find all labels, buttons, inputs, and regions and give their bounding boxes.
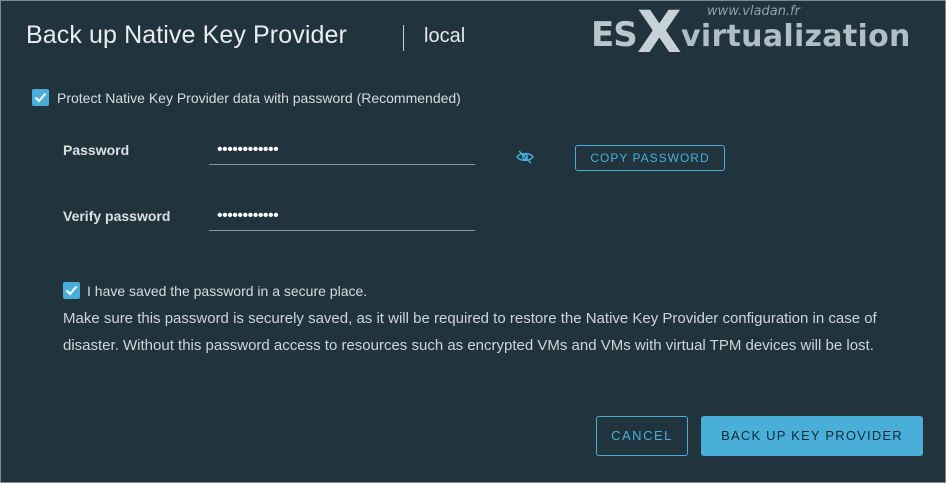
copy-password-button[interactable]: COPY PASSWORD	[575, 145, 725, 171]
verify-password-field[interactable]: ••••••••••••	[209, 203, 475, 231]
dialog-subtitle: local	[424, 25, 466, 47]
watermark-text: virtualization	[681, 19, 911, 54]
password-label: Password	[63, 142, 130, 158]
saved-password-checkbox[interactable]	[63, 282, 80, 299]
title-divider	[403, 25, 404, 51]
checkmark-icon	[34, 92, 47, 103]
watermark-url: www.vladan.fr	[707, 4, 800, 19]
saved-password-label[interactable]: I have saved the password in a secure pl…	[87, 283, 367, 299]
backup-key-provider-dialog: Back up Native Key Provider local www.vl…	[0, 0, 946, 483]
protect-checkbox-label[interactable]: Protect Native Key Provider data with pa…	[57, 90, 461, 106]
watermark-x: X	[637, 0, 682, 66]
watermark-es: ES	[591, 15, 638, 55]
dialog-title: Back up Native Key Provider	[26, 21, 347, 49]
verify-password-label: Verify password	[63, 208, 171, 224]
cancel-button[interactable]: CANCEL	[596, 416, 688, 456]
password-field[interactable]: ••••••••••••	[209, 137, 475, 165]
eye-slash-icon[interactable]	[516, 149, 534, 165]
backup-key-provider-button[interactable]: BACK UP KEY PROVIDER	[701, 416, 923, 456]
protect-checkbox[interactable]	[32, 89, 49, 106]
checkmark-icon	[65, 285, 78, 296]
saved-password-note: Make sure this password is securely save…	[63, 310, 877, 354]
